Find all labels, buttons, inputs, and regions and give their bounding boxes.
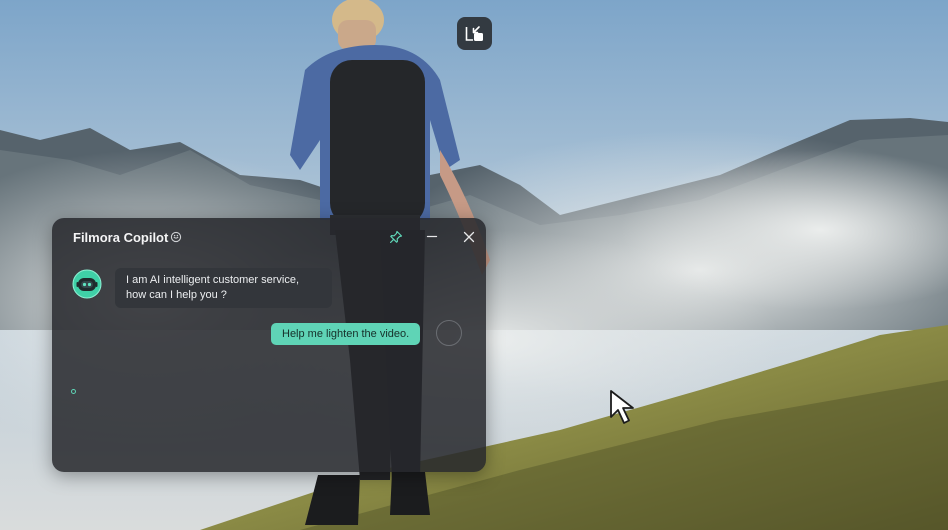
mouse-cursor-icon <box>610 390 634 424</box>
close-icon <box>463 231 475 243</box>
video-player: Filmora Copilot I am AI intelligent cust… <box>0 0 948 530</box>
minimize-button[interactable] <box>422 227 442 247</box>
minimize-icon <box>426 235 438 238</box>
typing-indicator <box>71 389 76 394</box>
robot-avatar-icon <box>72 269 102 299</box>
user-avatar <box>436 320 462 346</box>
user-message: Help me lighten the video. <box>271 323 421 345</box>
close-button[interactable] <box>459 227 479 247</box>
assistant-message: I am AI intelligent customer service, ho… <box>115 268 332 308</box>
exit-fullscreen-button[interactable] <box>457 17 492 50</box>
copilot-panel: Filmora Copilot I am AI intelligent cust… <box>52 218 486 472</box>
info-icon[interactable] <box>170 231 182 243</box>
exit-fullscreen-icon <box>465 25 483 41</box>
pin-icon <box>390 230 403 243</box>
pin-button[interactable] <box>386 227 406 247</box>
copilot-titlebar[interactable]: Filmora Copilot <box>52 218 486 256</box>
copilot-title: Filmora Copilot <box>73 230 169 245</box>
